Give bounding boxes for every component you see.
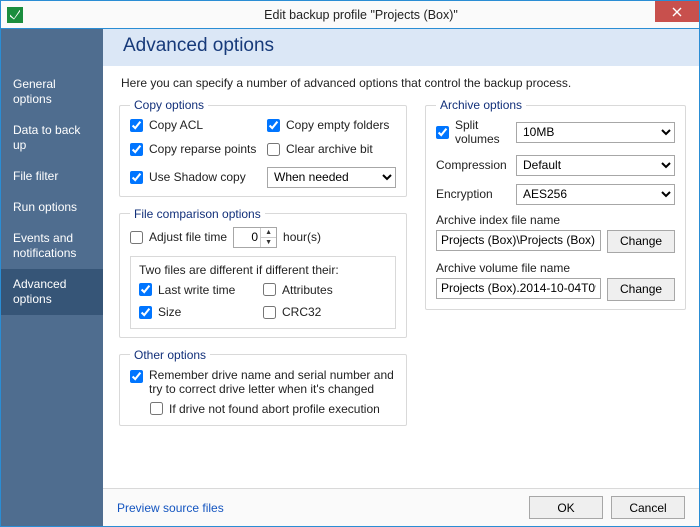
checkbox-copy-acl[interactable]: Copy ACL bbox=[130, 118, 259, 132]
group-copy-options: Copy options Copy ACL Copy empty folders bbox=[119, 98, 407, 197]
checkbox-copy-acl-input[interactable] bbox=[130, 119, 143, 132]
spinner-up-icon[interactable]: ▲ bbox=[261, 228, 276, 238]
sidebar-item-run-options[interactable]: Run options bbox=[1, 192, 103, 223]
checkbox-adjust-file-time[interactable]: Adjust file time bbox=[130, 230, 227, 244]
window: Edit backup profile "Projects (Box)" Gen… bbox=[0, 0, 700, 527]
button-change-volume[interactable]: Change bbox=[607, 278, 675, 301]
checkbox-copy-reparse-points[interactable]: Copy reparse points bbox=[130, 142, 259, 156]
link-preview-source-files[interactable]: Preview source files bbox=[117, 501, 224, 515]
checkbox-crc32[interactable]: CRC32 bbox=[263, 305, 387, 319]
checkbox-copy-empty-folders-input[interactable] bbox=[267, 119, 280, 132]
legend-file-comparison: File comparison options bbox=[130, 207, 265, 221]
checkbox-adjust-file-time-label: Adjust file time bbox=[149, 230, 227, 244]
intro-text: Here you can specify a number of advance… bbox=[121, 76, 683, 90]
sidebar-item-events-and-notifications[interactable]: Events and notifications bbox=[1, 223, 103, 269]
checkbox-use-shadow-copy[interactable]: Use Shadow copy bbox=[130, 170, 259, 184]
titlebar: Edit backup profile "Projects (Box)" bbox=[1, 1, 699, 29]
checkbox-size-input[interactable] bbox=[139, 306, 152, 319]
spinner-down-icon[interactable]: ▼ bbox=[261, 238, 276, 247]
checkbox-last-write-time-input[interactable] bbox=[139, 283, 152, 296]
button-change-index[interactable]: Change bbox=[607, 230, 675, 253]
checkbox-crc32-label: CRC32 bbox=[282, 305, 321, 319]
input-archive-index[interactable] bbox=[436, 230, 601, 251]
page-header: Advanced options bbox=[103, 29, 699, 66]
body: General options Data to back up File fil… bbox=[1, 29, 699, 526]
legend-archive-options: Archive options bbox=[436, 98, 526, 112]
checkbox-attributes[interactable]: Attributes bbox=[263, 283, 387, 297]
checkbox-adjust-file-time-input[interactable] bbox=[130, 231, 143, 244]
sidebar-item-general-options[interactable]: General options bbox=[1, 69, 103, 115]
legend-copy-options: Copy options bbox=[130, 98, 208, 112]
sidebar-item-advanced-options[interactable]: Advanced options bbox=[1, 269, 103, 315]
checkbox-split-volumes-label: Split volumes bbox=[455, 118, 516, 147]
window-title: Edit backup profile "Projects (Box)" bbox=[23, 8, 699, 22]
checkbox-split-volumes-input[interactable] bbox=[436, 126, 449, 139]
checkbox-copy-acl-label: Copy ACL bbox=[149, 118, 203, 132]
checkbox-copy-reparse-points-label: Copy reparse points bbox=[149, 142, 256, 156]
field-archive-volume: Archive volume file name Change bbox=[436, 261, 675, 301]
close-button[interactable] bbox=[655, 1, 699, 22]
label-archive-index: Archive index file name bbox=[436, 213, 675, 227]
group-other-options: Other options Remember drive name and se… bbox=[119, 348, 407, 426]
field-archive-index: Archive index file name Change bbox=[436, 213, 675, 253]
checkbox-clear-archive-bit[interactable]: Clear archive bit bbox=[267, 142, 396, 156]
column-right: Archive options Split volumes 10MB Compr… bbox=[425, 98, 683, 436]
label-encryption: Encryption bbox=[436, 187, 516, 201]
content: Here you can specify a number of advance… bbox=[103, 66, 699, 488]
close-icon bbox=[672, 7, 682, 17]
checkbox-use-shadow-copy-label: Use Shadow copy bbox=[149, 170, 246, 184]
checkbox-abort-if-not-found-label: If drive not found abort profile executi… bbox=[169, 402, 380, 416]
checkbox-copy-empty-folders-label: Copy empty folders bbox=[286, 118, 389, 132]
spinner-adjust-hours[interactable]: ▲ ▼ bbox=[233, 227, 277, 248]
sidebar-item-file-filter[interactable]: File filter bbox=[1, 161, 103, 192]
checkbox-copy-empty-folders[interactable]: Copy empty folders bbox=[267, 118, 396, 132]
cancel-button[interactable]: Cancel bbox=[611, 496, 685, 519]
ok-button[interactable]: OK bbox=[529, 496, 603, 519]
subgroup-diff-criteria: Two files are different if different the… bbox=[130, 256, 396, 329]
checkbox-split-volumes[interactable]: Split volumes bbox=[436, 118, 516, 147]
checkbox-copy-reparse-points-input[interactable] bbox=[130, 143, 143, 156]
right-pane: Advanced options Here you can specify a … bbox=[103, 29, 699, 526]
legend-other-options: Other options bbox=[130, 348, 210, 362]
checkbox-crc32-input[interactable] bbox=[263, 306, 276, 319]
select-shadow-mode[interactable]: When needed bbox=[267, 167, 396, 188]
label-hours-unit: hour(s) bbox=[283, 230, 321, 244]
label-compression: Compression bbox=[436, 158, 516, 172]
select-encryption[interactable]: AES256 bbox=[516, 184, 675, 205]
group-archive-options: Archive options Split volumes 10MB Compr… bbox=[425, 98, 686, 310]
checkbox-attributes-input[interactable] bbox=[263, 283, 276, 296]
checkbox-remember-drive-label: Remember drive name and serial number an… bbox=[149, 368, 396, 397]
checkbox-abort-if-not-found-input[interactable] bbox=[150, 402, 163, 415]
app-icon bbox=[7, 7, 23, 23]
input-archive-volume[interactable] bbox=[436, 278, 601, 299]
sidebar: General options Data to back up File fil… bbox=[1, 29, 103, 526]
subgroup-title: Two files are different if different the… bbox=[139, 263, 387, 277]
columns: Copy options Copy ACL Copy empty folders bbox=[119, 98, 683, 436]
group-file-comparison: File comparison options Adjust file time bbox=[119, 207, 407, 338]
checkbox-remember-drive-input[interactable] bbox=[130, 370, 143, 383]
checkbox-clear-archive-bit-input[interactable] bbox=[267, 143, 280, 156]
checkbox-last-write-time-label: Last write time bbox=[158, 283, 235, 297]
sidebar-item-data-to-back-up[interactable]: Data to back up bbox=[1, 115, 103, 161]
checkbox-clear-archive-bit-label: Clear archive bit bbox=[286, 142, 373, 156]
column-left: Copy options Copy ACL Copy empty folders bbox=[119, 98, 407, 436]
page-title: Advanced options bbox=[123, 35, 683, 57]
spinner-arrows: ▲ ▼ bbox=[260, 228, 276, 247]
footer: Preview source files OK Cancel bbox=[103, 488, 699, 526]
label-archive-volume: Archive volume file name bbox=[436, 261, 675, 275]
spinner-adjust-hours-input[interactable] bbox=[234, 228, 260, 247]
checkbox-size-label: Size bbox=[158, 305, 181, 319]
select-compression[interactable]: Default bbox=[516, 155, 675, 176]
checkbox-attributes-label: Attributes bbox=[282, 283, 333, 297]
select-split-volumes[interactable]: 10MB bbox=[516, 122, 675, 143]
checkbox-remember-drive[interactable]: Remember drive name and serial number an… bbox=[130, 368, 396, 397]
checkbox-size[interactable]: Size bbox=[139, 305, 263, 319]
checkbox-last-write-time[interactable]: Last write time bbox=[139, 283, 263, 297]
checkbox-abort-if-not-found[interactable]: If drive not found abort profile executi… bbox=[150, 402, 396, 416]
checkbox-use-shadow-copy-input[interactable] bbox=[130, 171, 143, 184]
